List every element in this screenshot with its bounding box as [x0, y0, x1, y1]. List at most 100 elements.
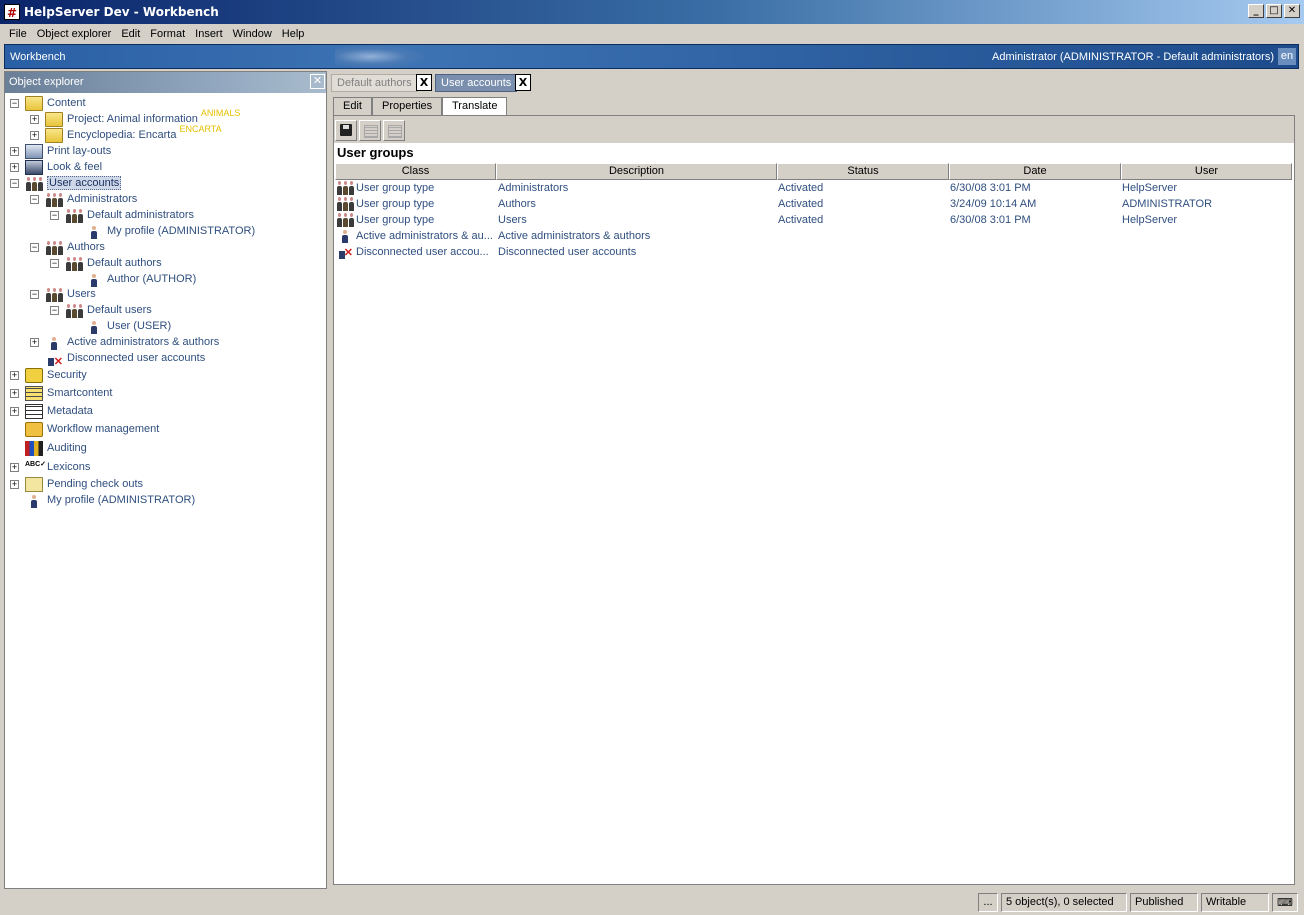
- tree-item-lexicons[interactable]: ABC✓ Lexicons: [25, 459, 90, 475]
- tree-item-look-feel[interactable]: Look & feel: [25, 159, 102, 175]
- minimize-button[interactable]: _: [1248, 4, 1264, 18]
- expand-toggle[interactable]: +: [30, 131, 39, 140]
- collapse-toggle[interactable]: −: [50, 259, 59, 268]
- expand-toggle[interactable]: +: [30, 338, 39, 347]
- tree-item-users[interactable]: Users: [45, 286, 96, 302]
- tree-item-print-layouts[interactable]: Print lay-outs: [25, 143, 111, 159]
- tree-item-auditing[interactable]: Auditing: [25, 440, 87, 456]
- banner-title: Workbench: [10, 51, 66, 63]
- expand-toggle[interactable]: +: [10, 371, 19, 380]
- tab-properties[interactable]: Properties: [372, 97, 443, 115]
- cell-user: ADMINISTRATOR: [1122, 198, 1213, 210]
- collapse-toggle[interactable]: −: [30, 290, 39, 299]
- table-row[interactable]: Disconnected user accou... Disconnected …: [335, 244, 1293, 260]
- tree-item-pending[interactable]: Pending check outs: [25, 476, 143, 492]
- tree-item-default-users[interactable]: Default users: [65, 302, 152, 318]
- tree-item-user-accounts[interactable]: User accounts: [25, 175, 122, 191]
- spellcheck-icon: ABC✓: [25, 460, 47, 468]
- keyboard-icon: ⌨: [1272, 893, 1298, 912]
- column-header-user[interactable]: User: [1121, 163, 1292, 180]
- tree-item-my-profile-admin[interactable]: My profile (ADMINISTRATOR): [85, 223, 255, 239]
- tree-label: Default users: [87, 304, 152, 316]
- tree-label: User (USER): [107, 320, 172, 332]
- expand-toggle[interactable]: +: [30, 115, 39, 124]
- cell-description: Administrators: [498, 182, 569, 194]
- briefcase-icon: [25, 421, 43, 437]
- menu-window[interactable]: Window: [228, 28, 277, 40]
- tab-translate[interactable]: Translate: [442, 97, 508, 115]
- menu-file[interactable]: File: [4, 28, 32, 40]
- tree-item-default-administrators[interactable]: Default administrators: [65, 207, 194, 223]
- tree-item-disconnected[interactable]: Disconnected user accounts: [45, 350, 205, 368]
- tree-item-administrators[interactable]: Administrators: [45, 191, 137, 207]
- tree-item-my-profile[interactable]: My profile (ADMINISTRATOR): [25, 492, 195, 508]
- column-header-description[interactable]: Description: [496, 163, 777, 180]
- collapse-toggle[interactable]: −: [10, 99, 19, 108]
- tree-item-encyclopedia[interactable]: Encyclopedia: Encarta ENCARTA: [45, 124, 222, 143]
- indent-button[interactable]: [359, 120, 381, 141]
- section-title: User groups: [337, 145, 414, 160]
- close-tab-user-accounts[interactable]: X: [515, 74, 531, 91]
- tree-item-default-authors[interactable]: Default authors: [65, 255, 162, 271]
- tree-item-metadata[interactable]: Metadata: [25, 403, 93, 419]
- folder-open-icon: [25, 95, 43, 111]
- outdent-button[interactable]: [383, 120, 405, 141]
- object-explorer-panel: Object explorer ✕ − Content + Project: A…: [4, 71, 327, 889]
- status-more-button[interactable]: ...: [978, 893, 998, 912]
- tree-item-smartcontent[interactable]: Smartcontent: [25, 385, 112, 401]
- maximize-button[interactable]: □: [1266, 4, 1282, 18]
- menu-edit[interactable]: Edit: [116, 28, 145, 40]
- tab-user-accounts[interactable]: User accounts: [435, 74, 518, 92]
- tree-item-content[interactable]: Content: [25, 95, 86, 111]
- user-group-icon: [336, 196, 353, 211]
- close-button[interactable]: ✕: [1284, 4, 1300, 18]
- cell-description: Authors: [498, 198, 536, 210]
- expand-toggle[interactable]: +: [10, 463, 19, 472]
- user-icon: [25, 493, 43, 508]
- expand-toggle[interactable]: +: [10, 480, 19, 489]
- expand-toggle[interactable]: +: [10, 147, 19, 156]
- collapse-toggle[interactable]: −: [10, 179, 19, 188]
- tree-item-workflow[interactable]: Workflow management: [25, 421, 159, 437]
- tree-label: Auditing: [47, 442, 87, 454]
- tree-item-active-admins[interactable]: Active administrators & authors: [45, 334, 219, 350]
- tree-item-author[interactable]: Author (AUTHOR): [85, 271, 196, 287]
- current-user: Administrator (ADMINISTRATOR - Default a…: [992, 51, 1274, 63]
- table-row[interactable]: User group type Administrators Activated…: [335, 180, 1293, 196]
- expand-toggle[interactable]: +: [10, 163, 19, 172]
- cell-date: 6/30/08 3:01 PM: [950, 182, 1031, 194]
- column-header-date[interactable]: Date: [949, 163, 1121, 180]
- collapse-toggle[interactable]: −: [50, 306, 59, 315]
- tree-item-security[interactable]: Security: [25, 367, 87, 383]
- language-button[interactable]: en: [1278, 48, 1296, 65]
- cell-description: Disconnected user accounts: [498, 246, 637, 258]
- close-icon[interactable]: ✕: [310, 74, 325, 89]
- menu-object-explorer[interactable]: Object explorer: [32, 28, 117, 40]
- collapse-toggle[interactable]: −: [30, 195, 39, 204]
- column-header-class[interactable]: Class: [335, 163, 496, 180]
- table-row[interactable]: User group type Users Activated 6/30/08 …: [335, 212, 1293, 228]
- collapse-toggle[interactable]: −: [30, 243, 39, 252]
- tab-edit[interactable]: Edit: [333, 97, 372, 115]
- close-tab-default-authors[interactable]: X: [416, 74, 432, 91]
- menu-format[interactable]: Format: [145, 28, 190, 40]
- table-row[interactable]: Active administrators & au... Active adm…: [335, 228, 1293, 244]
- menu-insert[interactable]: Insert: [190, 28, 228, 40]
- tree-item-authors[interactable]: Authors: [45, 239, 105, 255]
- collapse-toggle[interactable]: −: [50, 211, 59, 220]
- save-button[interactable]: [335, 120, 357, 141]
- table-row[interactable]: User group type Authors Activated 3/24/0…: [335, 196, 1293, 212]
- app-icon: #: [4, 4, 20, 20]
- column-header-status[interactable]: Status: [777, 163, 949, 180]
- tree-item-user[interactable]: User (USER): [85, 318, 171, 334]
- user-icon: [85, 224, 103, 239]
- expand-toggle[interactable]: +: [10, 389, 19, 398]
- tab-default-authors[interactable]: Default authors: [331, 74, 418, 92]
- expand-toggle[interactable]: +: [10, 407, 19, 416]
- cell-status: Activated: [778, 214, 824, 226]
- menu-help[interactable]: Help: [277, 28, 310, 40]
- tree-label: Active administrators & authors: [67, 336, 220, 348]
- tree-label: Print lay-outs: [47, 145, 112, 157]
- project-tag: ANIMALS: [200, 108, 241, 118]
- cell-class: Disconnected user accou...: [356, 246, 489, 258]
